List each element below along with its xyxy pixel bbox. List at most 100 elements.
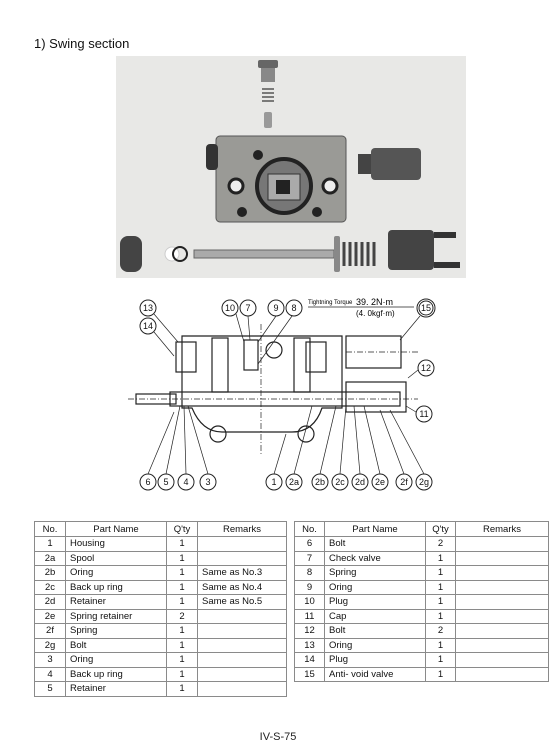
cell-remarks bbox=[455, 652, 549, 668]
photo-check-valve bbox=[264, 112, 272, 128]
sectional-diagram: 13 14 10 7 9 8 15 12 11 6 5 4 3 1 2a 2b … bbox=[118, 294, 448, 494]
callout-2c: 2c bbox=[335, 477, 345, 487]
callout-8: 8 bbox=[291, 303, 296, 313]
cell-part-name: Spring retainer bbox=[65, 608, 167, 624]
callout-1: 1 bbox=[271, 477, 276, 487]
cell-no: 2a bbox=[34, 550, 66, 566]
cell-part-name: Plug bbox=[324, 594, 426, 610]
cell-qty: 1 bbox=[166, 565, 198, 581]
cell-no: 2f bbox=[34, 623, 66, 639]
cell-part-name: Housing bbox=[65, 536, 167, 552]
cell-remarks: Same as No.4 bbox=[197, 579, 287, 595]
cell-part-name: Spring bbox=[324, 565, 426, 581]
table-row: 15 Anti- void valve 1 bbox=[294, 666, 549, 682]
callout-6: 6 bbox=[145, 477, 150, 487]
callout-7: 7 bbox=[245, 303, 250, 313]
cell-remarks bbox=[197, 637, 287, 653]
header-part-name: Part Name bbox=[324, 521, 426, 537]
cell-part-name: Bolt bbox=[324, 623, 426, 639]
cell-part-name: Plug bbox=[324, 652, 426, 668]
diagram-callouts bbox=[139, 298, 436, 491]
cell-qty: 1 bbox=[166, 594, 198, 610]
cell-no: 15 bbox=[294, 666, 325, 682]
cell-qty: 2 bbox=[166, 608, 198, 624]
parts-photo bbox=[116, 56, 466, 278]
cell-no: 1 bbox=[34, 536, 66, 552]
header-remarks: Remarks bbox=[197, 521, 287, 537]
diagram-leader-lines bbox=[147, 313, 425, 475]
table-row: 14 Plug 1 bbox=[294, 652, 549, 668]
cell-part-name: Back up ring bbox=[65, 666, 167, 682]
table-row: 3 Oring 1 bbox=[34, 652, 287, 668]
torque-value-kgf: (4. 0kgf·m) bbox=[356, 309, 395, 318]
cell-remarks bbox=[455, 623, 549, 639]
cell-part-name: Anti- void valve bbox=[324, 666, 426, 682]
cell-qty: 2 bbox=[425, 623, 456, 639]
table-header-row: No. Part Name Q'ty Remarks bbox=[34, 521, 287, 537]
cell-remarks bbox=[197, 681, 287, 697]
cell-remarks bbox=[455, 666, 549, 682]
table-row: 2d Retainer 1 Same as No.5 bbox=[34, 594, 287, 610]
cell-no: 4 bbox=[34, 666, 66, 682]
cell-remarks bbox=[455, 536, 549, 552]
header-part-name: Part Name bbox=[65, 521, 167, 537]
header-no: No. bbox=[34, 521, 66, 537]
cell-no: 12 bbox=[294, 623, 325, 639]
table-row: 1 Housing 1 bbox=[34, 536, 287, 552]
cell-qty: 2 bbox=[425, 536, 456, 552]
cell-remarks bbox=[455, 594, 549, 610]
cell-part-name: Spring bbox=[65, 623, 167, 639]
cell-no: 10 bbox=[294, 594, 325, 610]
callout-10: 10 bbox=[225, 303, 235, 313]
cell-qty: 1 bbox=[166, 579, 198, 595]
cell-qty: 1 bbox=[425, 565, 456, 581]
diagram-centerlines bbox=[128, 324, 418, 454]
torque-value-nm: 39. 2N·m bbox=[356, 297, 393, 307]
cell-no: 6 bbox=[294, 536, 325, 552]
table-row: 2c Back up ring 1 Same as No.4 bbox=[34, 579, 287, 595]
table-row: 11 Cap 1 bbox=[294, 608, 549, 624]
cell-no: 2g bbox=[34, 637, 66, 653]
cell-qty: 1 bbox=[166, 623, 198, 639]
cell-part-name: Oring bbox=[65, 565, 167, 581]
cell-remarks bbox=[197, 536, 287, 552]
cell-no: 8 bbox=[294, 565, 325, 581]
header-qty: Q'ty bbox=[425, 521, 456, 537]
callout-13: 13 bbox=[143, 303, 153, 313]
callout-3: 3 bbox=[205, 477, 210, 487]
callout-4: 4 bbox=[183, 477, 188, 487]
header-qty: Q'ty bbox=[166, 521, 198, 537]
torque-label: Tightning Torque bbox=[308, 300, 353, 306]
table-row: 7 Check valve 1 bbox=[294, 550, 549, 566]
table-row: 9 Oring 1 bbox=[294, 579, 549, 595]
cell-remarks bbox=[197, 623, 287, 639]
callout-2d: 2d bbox=[355, 477, 365, 487]
cell-remarks bbox=[197, 666, 287, 682]
section-title: 1) Swing section bbox=[34, 36, 130, 51]
cell-remarks bbox=[455, 550, 549, 566]
cell-qty: 1 bbox=[425, 594, 456, 610]
callout-2a: 2a bbox=[289, 477, 299, 487]
table-row: 4 Back up ring 1 bbox=[34, 666, 287, 682]
cell-no: 2c bbox=[34, 579, 66, 595]
cell-part-name: Check valve bbox=[324, 550, 426, 566]
header-remarks: Remarks bbox=[455, 521, 549, 537]
cell-part-name: Retainer bbox=[65, 594, 167, 610]
callout-2e: 2e bbox=[375, 477, 385, 487]
table-row: 13 Oring 1 bbox=[294, 637, 549, 653]
callout-11: 11 bbox=[419, 409, 428, 419]
cell-remarks: Same as No.3 bbox=[197, 565, 287, 581]
cell-part-name: Oring bbox=[324, 637, 426, 653]
table-header-row: No. Part Name Q'ty Remarks bbox=[294, 521, 549, 537]
cell-part-name: Oring bbox=[324, 579, 426, 595]
cell-remarks bbox=[197, 652, 287, 668]
cell-part-name: Oring bbox=[65, 652, 167, 668]
table-row: 12 Bolt 2 bbox=[294, 623, 549, 639]
photo-plug bbox=[258, 60, 278, 82]
parts-table-left: No. Part Name Q'ty Remarks 1 Housing 1 2a Sp… bbox=[34, 521, 287, 697]
cell-no: 5 bbox=[34, 681, 66, 697]
cell-qty: 1 bbox=[425, 666, 456, 682]
cell-qty: 1 bbox=[166, 536, 198, 552]
cell-part-name: Back up ring bbox=[65, 579, 167, 595]
callout-2b: 2b bbox=[315, 477, 325, 487]
